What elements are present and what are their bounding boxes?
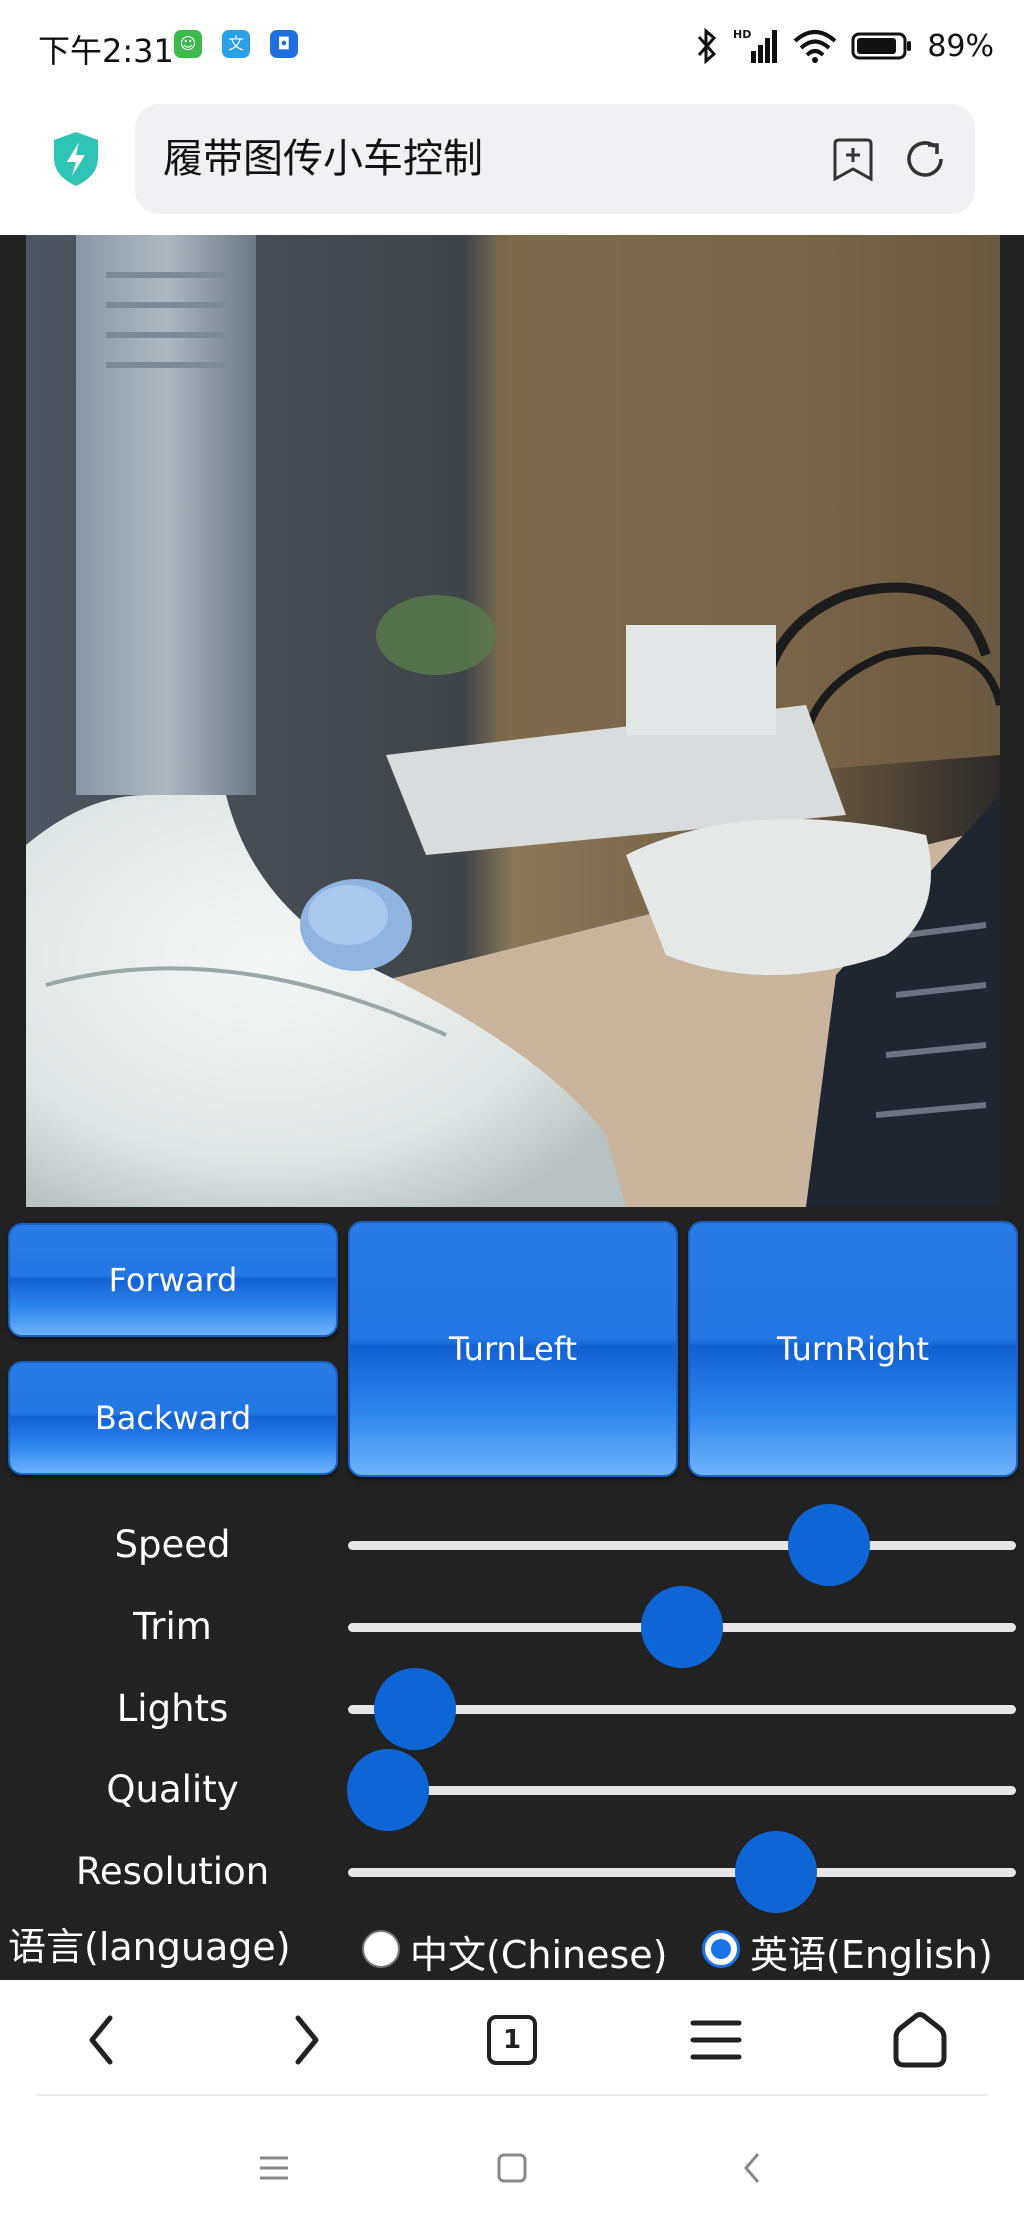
battery-icon: [851, 32, 912, 60]
turn-left-button[interactable]: TurnLeft: [348, 1221, 678, 1477]
quality-slider-row: Quality: [0, 1749, 1024, 1831]
quality-slider[interactable]: [347, 1749, 1016, 1831]
chevron-left-icon: [89, 2015, 113, 2065]
forward-button[interactable]: Forward: [8, 1223, 338, 1337]
speed-label: Speed: [114, 1523, 231, 1566]
status-indicators: HD 89%: [695, 24, 994, 68]
language-selector: 语言(language) 中文(Chinese) 英语(English): [0, 1917, 1024, 1977]
resolution-slider-row: Resolution: [0, 1831, 1024, 1913]
chinese-radio[interactable]: [362, 1930, 400, 1968]
square-home-icon: [497, 2153, 527, 2183]
english-option-label[interactable]: 英语(English): [750, 1925, 993, 1980]
speed-slider-thumb[interactable]: [787, 1504, 870, 1586]
app-blue-icon: 文: [222, 30, 250, 58]
resolution-label: Resolution: [75, 1850, 270, 1893]
status-time: 下午2:31: [38, 32, 174, 70]
menu-button[interactable]: [676, 2000, 756, 2080]
recents-menu-icon: [260, 2156, 288, 2180]
resolution-slider-thumb[interactable]: [734, 1831, 817, 1913]
quality-slider-thumb[interactable]: [347, 1749, 430, 1831]
page-title: 履带图传小车控制: [163, 136, 483, 182]
language-label: 语言(language): [8, 1925, 291, 1969]
lights-label: Lights: [116, 1687, 229, 1730]
trim-slider[interactable]: [348, 1586, 1016, 1668]
lights-slider[interactable]: [348, 1668, 1016, 1750]
app-shield-icon: ◘: [270, 30, 298, 58]
app-green-icon: ☺: [174, 30, 202, 58]
status-bar: 下午2:31 ☺ 文 ◘ HD 89%: [0, 0, 1024, 92]
address-bar[interactable]: 履带图传小车控制: [135, 104, 975, 214]
chevron-right-icon: [295, 2015, 319, 2065]
forward-nav-button[interactable]: [266, 2000, 346, 2080]
tabs-icon: 1: [487, 2015, 537, 2065]
resolution-slider[interactable]: [348, 1831, 1016, 1913]
hamburger-menu-icon: [690, 2020, 742, 2060]
home-button[interactable]: [880, 2000, 960, 2080]
english-radio[interactable]: [702, 1930, 740, 1968]
speed-slider-row: Speed: [0, 1504, 1024, 1586]
home-icon: [893, 2012, 947, 2068]
web-content: Forward Backward TurnLeft TurnRight Spee…: [0, 235, 1024, 1980]
browser-toolbar: 1: [0, 1980, 1024, 2092]
system-back-button[interactable]: [722, 2138, 782, 2198]
svg-text:HD: HD: [733, 28, 751, 41]
trim-slider-thumb[interactable]: [641, 1586, 723, 1668]
system-home-button[interactable]: [482, 2138, 542, 2198]
back-chevron-icon: [744, 2153, 760, 2183]
battery-percent: 89%: [927, 28, 994, 64]
speed-slider[interactable]: [348, 1504, 1016, 1586]
browser-address-area: 履带图传小车控制: [0, 92, 1024, 235]
quality-label: Quality: [106, 1768, 239, 1811]
bluetooth-icon: [698, 28, 717, 64]
tab-count: 1: [502, 2025, 522, 2055]
reload-icon[interactable]: [903, 137, 947, 181]
recents-button[interactable]: [244, 2138, 304, 2198]
back-button[interactable]: [62, 2000, 142, 2080]
wifi-icon: [793, 30, 837, 63]
lights-slider-thumb[interactable]: [373, 1668, 456, 1750]
signal-icon: HD: [733, 28, 778, 63]
bookmark-add-icon[interactable]: [831, 137, 875, 183]
trim-slider-row: Trim: [0, 1586, 1024, 1668]
lights-slider-row: Lights: [0, 1668, 1024, 1750]
tabs-button[interactable]: 1: [472, 2000, 552, 2080]
system-navigation-bar: [0, 2096, 1024, 2219]
backward-button[interactable]: Backward: [8, 1361, 338, 1475]
turn-right-button[interactable]: TurnRight: [688, 1221, 1018, 1477]
chinese-option-label[interactable]: 中文(Chinese): [410, 1925, 667, 1980]
shield-bolt-icon[interactable]: [50, 130, 102, 188]
trim-label: Trim: [133, 1605, 212, 1648]
camera-stream-image: [26, 235, 1000, 1207]
